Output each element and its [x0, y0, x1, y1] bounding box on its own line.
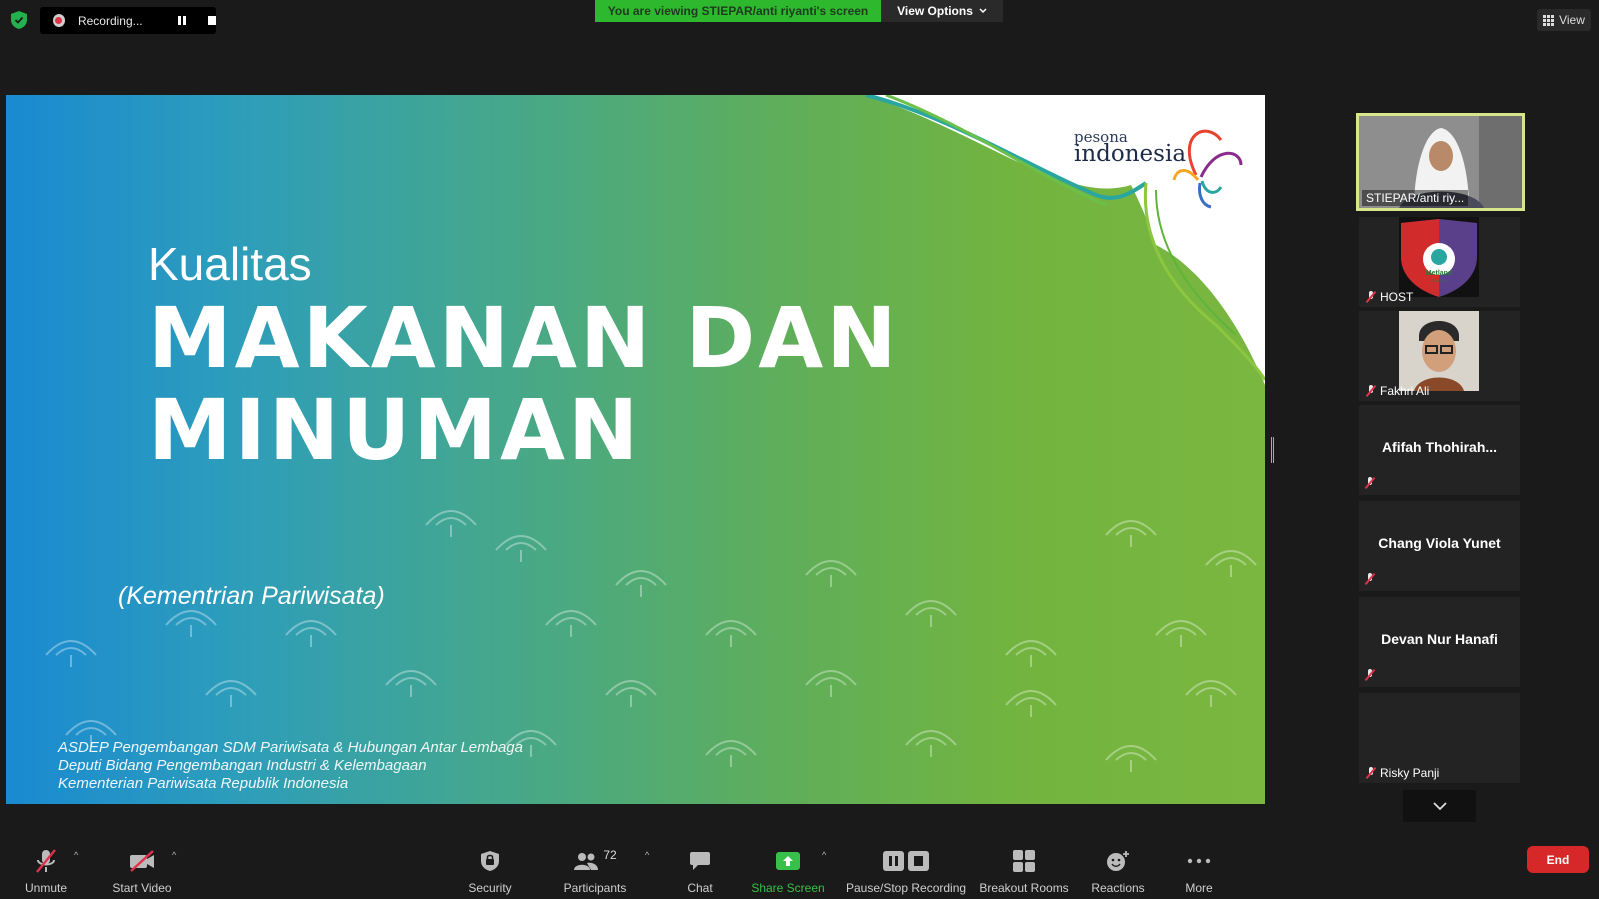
recording-indicator: Recording...: [40, 7, 216, 34]
more-icon: [1187, 858, 1211, 864]
participant-photo: [1399, 311, 1479, 391]
grid-view-icon: [1543, 14, 1555, 26]
participant-name-center: Devan Nur Hanafi: [1381, 631, 1498, 647]
participants-label: Participants: [563, 881, 627, 895]
shared-screen-slide: pesona indonesia Kualitas MAKANAN DAN MI…: [6, 95, 1265, 804]
breakout-rooms-button[interactable]: Breakout Rooms: [978, 838, 1070, 899]
reactions-icon: [1107, 851, 1129, 871]
breakout-rooms-icon: [1013, 850, 1035, 872]
participant-tile[interactable]: Afifah Thohirah...: [1359, 405, 1520, 495]
recording-dot-icon: [53, 14, 65, 27]
participant-name-center: Chang Viola Yunet: [1378, 535, 1501, 551]
participant-name: Fakhri Ali: [1362, 383, 1433, 399]
unmute-label: Unmute: [24, 881, 68, 895]
reactions-label: Reactions: [1091, 881, 1145, 895]
chevron-down-icon: [979, 8, 987, 14]
participant-name-label: HOST: [1380, 290, 1414, 304]
more-button[interactable]: More: [1181, 838, 1217, 899]
meeting-toolbar: Unmute ^ Start Video ^ Security 72 Parti…: [0, 838, 1599, 899]
view-button[interactable]: View: [1537, 9, 1591, 31]
recording-label: Recording...: [77, 13, 143, 28]
participant-tile[interactable]: Devan Nur Hanafi: [1359, 597, 1520, 687]
slide-footer-line2: Deputi Bidang Pengembangan Industri & Ke…: [58, 757, 427, 774]
participant-name: HOST: [1362, 289, 1417, 305]
slide-footer: ASDEP Pengembangan SDM Pariwisata & Hubu…: [58, 739, 523, 793]
stop-icon: [908, 851, 929, 871]
participant-tile[interactable]: Risky Panji: [1359, 693, 1520, 783]
participants-options-caret-icon[interactable]: ^: [645, 850, 649, 860]
muted-mic-icon: [1365, 573, 1375, 585]
slide-subtitle: (Kementrian Pariwisata): [118, 582, 385, 610]
participant-name: STIEPAR/anti riy...: [1362, 190, 1469, 206]
chevron-down-icon: [1432, 802, 1447, 811]
share-screen-icon: [776, 852, 800, 870]
unmute-button[interactable]: Unmute: [20, 838, 72, 899]
breakout-rooms-label: Breakout Rooms: [979, 881, 1069, 895]
slide-title-line2: MINUMAN: [148, 381, 642, 479]
metland-school-logo: Metland SCHOOL: [1399, 217, 1479, 297]
muted-mic-icon: [1365, 477, 1375, 489]
scroll-down-button[interactable]: [1403, 790, 1476, 822]
audio-options-caret-icon[interactable]: ^: [74, 850, 78, 860]
participant-name-label: Fakhri Ali: [1380, 384, 1430, 398]
logo-text: Metland: [1426, 270, 1452, 277]
pause-icon: [883, 851, 904, 871]
chat-button[interactable]: Chat: [685, 838, 715, 899]
pause-stop-recording-label: Pause/Stop Recording: [845, 881, 967, 895]
chat-label: Chat: [687, 881, 713, 895]
shield-icon: [481, 851, 499, 871]
reactions-button[interactable]: Reactions: [1091, 838, 1145, 899]
view-options-label: View Options: [897, 4, 973, 18]
participants-button[interactable]: 72 Participants: [563, 838, 627, 899]
muted-mic-icon: [1366, 291, 1376, 303]
pause-recording-icon[interactable]: [177, 16, 186, 25]
logo-indonesia-text: indonesia: [1074, 141, 1187, 167]
participant-name: Risky Panji: [1362, 765, 1443, 781]
security-button[interactable]: Security: [466, 838, 514, 899]
view-label: View: [1559, 13, 1585, 27]
muted-mic-icon: [1365, 669, 1375, 681]
start-video-label: Start Video: [112, 881, 172, 895]
muted-mic-icon: [1366, 385, 1376, 397]
end-meeting-button[interactable]: End: [1527, 846, 1589, 873]
logo-sub-text: SCHOOL: [1431, 278, 1449, 283]
pause-stop-recording-button[interactable]: Pause/Stop Recording: [845, 838, 967, 899]
participant-tile-active[interactable]: STIEPAR/anti riy...: [1356, 113, 1525, 211]
participant-tile[interactable]: Fakhri Ali: [1359, 311, 1520, 401]
share-options-caret-icon[interactable]: ^: [822, 850, 826, 860]
panel-resize-handle[interactable]: [1271, 437, 1274, 463]
stop-recording-icon[interactable]: [207, 16, 216, 25]
participants-icon: [574, 853, 599, 870]
muted-mic-icon: [1366, 767, 1376, 779]
zoom-meeting-window: Recording... You are viewing STIEPAR/ant…: [0, 0, 1599, 899]
video-off-icon: [130, 850, 154, 872]
participants-count: 72: [603, 848, 617, 862]
share-screen-button[interactable]: Share Screen: [751, 838, 825, 899]
view-options-button[interactable]: View Options: [881, 0, 1003, 22]
start-video-button[interactable]: Start Video: [107, 838, 177, 899]
participant-tile-host[interactable]: Metland SCHOOL HOST: [1359, 217, 1520, 307]
slide-title: MAKANAN DAN MINUMAN: [148, 292, 900, 476]
chat-icon: [690, 852, 710, 870]
share-screen-label: Share Screen: [751, 881, 825, 895]
security-label: Security: [468, 881, 512, 895]
slide-footer-line3: Kementerian Pariwisata Republik Indonesi…: [58, 775, 349, 792]
video-options-caret-icon[interactable]: ^: [172, 850, 176, 860]
participant-tile[interactable]: Chang Viola Yunet: [1359, 501, 1520, 591]
viewing-banner: You are viewing STIEPAR/anti riyanti's s…: [595, 0, 881, 22]
shield-icon[interactable]: [11, 11, 27, 29]
slide-title-line1: MAKANAN DAN: [148, 289, 900, 387]
slide-kualitas: Kualitas: [148, 238, 312, 290]
participant-name-label: Risky Panji: [1380, 766, 1440, 780]
participant-name-center: Afifah Thohirah...: [1381, 439, 1498, 455]
more-label: More: [1185, 881, 1213, 895]
muted-mic-icon: [36, 849, 56, 873]
slide-footer-line1: ASDEP Pengembangan SDM Pariwisata & Hubu…: [58, 739, 523, 756]
